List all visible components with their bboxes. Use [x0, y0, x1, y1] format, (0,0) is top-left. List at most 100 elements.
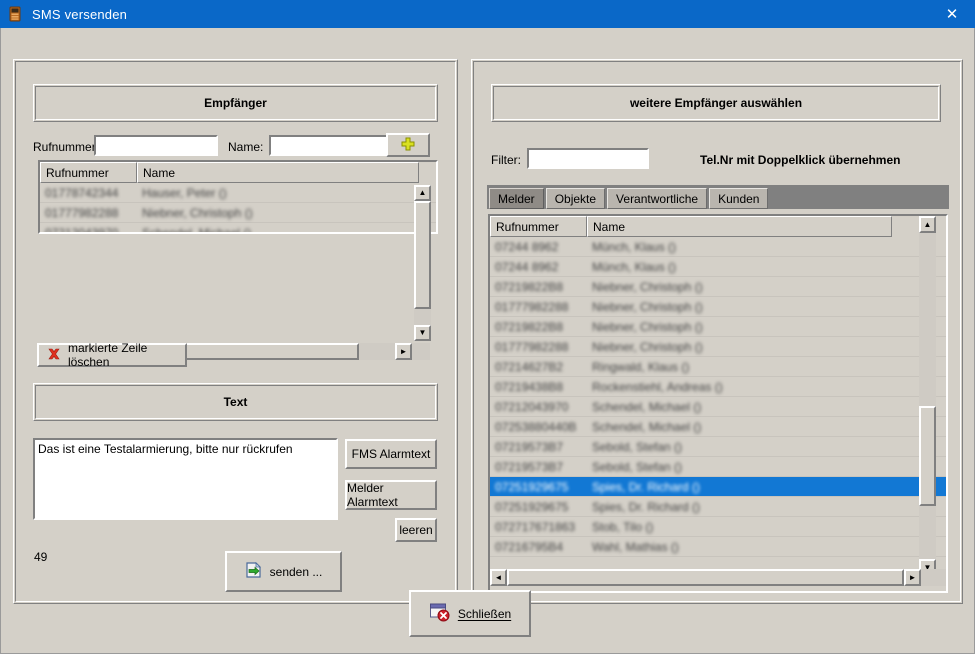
table-row[interactable]: 07244 8962 Münch, Klaus () [490, 257, 946, 277]
table-row[interactable]: 07219822B8 Niebner, Christoph () [490, 317, 946, 337]
cell-name: Schendel, Michael () [592, 399, 702, 414]
table-row[interactable]: 07251929675 Spies, Dr. Richard () [490, 477, 946, 497]
more-recipients-grid[interactable]: Rufnummer Name 07244 8962 Münch, Klaus ()… [488, 214, 948, 593]
rufnummer-input[interactable] [94, 135, 218, 156]
cell-name: Niebner, Christoph () [142, 205, 253, 220]
title-bar: SMS versenden ✕ [0, 0, 975, 28]
message-textarea[interactable] [33, 438, 338, 520]
recipients-grid-header: Rufnummer Name [40, 162, 436, 183]
delete-selected-row-label: markierte Zeile löschen [68, 341, 148, 369]
table-row[interactable]: 01777982288 Niebner, Christoph () [40, 203, 436, 223]
table-row[interactable]: 07219573B7 Sebold, Stefan () [490, 457, 946, 477]
name-input[interactable] [269, 135, 393, 156]
more-recipients-scroll-right-button[interactable]: ► [904, 569, 921, 586]
cell-rufnummer: 07216795B4 [495, 539, 564, 554]
tab-label: Objekte [554, 191, 597, 206]
cell-rufnummer: 07251929675 [495, 479, 569, 494]
cell-rufnummer: 07251929675 [495, 499, 569, 514]
cell-name: Schendel, Michael () [592, 419, 702, 434]
more-recipients-scroll-thumb[interactable] [919, 406, 936, 506]
fms-alarmtext-button[interactable]: FMS Alarmtext [345, 439, 437, 469]
recipients-group-caption: Empfänger [33, 84, 438, 122]
more-recipients-hscroll-thumb[interactable] [507, 569, 904, 586]
filter-input[interactable] [527, 148, 649, 169]
more-recipients-col-rufnummer[interactable]: Rufnummer [490, 216, 587, 237]
more-recipients-hscrollbar[interactable]: ◄ ► [490, 569, 946, 586]
table-row[interactable]: 07212043970 Schendel, Michael () [490, 397, 946, 417]
close-dialog-label: Schließen [457, 606, 512, 621]
delete-selected-row-button[interactable]: markierte Zeile löschen [37, 341, 187, 369]
table-row[interactable]: 07244 8962 Münch, Klaus () [490, 237, 946, 257]
char-count: 49 [34, 550, 48, 564]
cell-rufnummer: 07214627B2 [495, 359, 564, 374]
recipients-scroll-down-button[interactable]: ▼ [414, 325, 431, 341]
tab-label: Melder [498, 191, 535, 206]
filter-label: Filter: [491, 153, 521, 167]
tab-label: Kunden [718, 191, 760, 206]
more-recipients-scroll-up-button[interactable]: ▲ [919, 216, 936, 233]
cell-rufnummer: 01777982288 [495, 339, 569, 354]
recipients-vscrollbar[interactable]: ▲ ▼ [414, 185, 431, 341]
phone-device-icon [7, 6, 23, 22]
cell-name: Rockenstiehl, Andreas () [592, 379, 723, 394]
table-row[interactable]: 01777982288 Niebner, Christoph () [490, 337, 946, 357]
table-row[interactable]: 01777982288 Niebner, Christoph () [490, 297, 946, 317]
fms-alarmtext-label: FMS Alarmtext [351, 447, 431, 461]
name-label: Name: [228, 140, 264, 154]
table-row[interactable]: 07253880440B Schendel, Michael () [490, 417, 946, 437]
clear-text-button[interactable]: leeren [395, 518, 437, 542]
recipients-grid[interactable]: Rufnummer Name 01778742344 Hauser, Peter … [38, 160, 438, 234]
table-row[interactable]: 07251929675 Spies, Dr. Richard () [490, 497, 946, 517]
tab-melder[interactable]: Melder [489, 188, 544, 209]
more-recipients-grid-header: Rufnummer Name [490, 216, 946, 237]
cell-name: Schendel, Michael () [137, 226, 419, 233]
melder-alarmtext-button[interactable]: Melder Alarmtext [345, 480, 437, 510]
cell-name: Niebner, Christoph () [592, 339, 703, 354]
more-recipients-vscrollbar[interactable]: ▲ ▼ [919, 216, 936, 576]
tab-objekte[interactable]: Objekte [545, 188, 606, 209]
window-close-button[interactable]: ✕ [929, 0, 975, 28]
cell-rufnummer: 07212043970 [495, 399, 569, 414]
tab-verantwortliche[interactable]: Verantwortliche [607, 188, 708, 209]
table-row[interactable]: 07214627B2 Ringwald, Klaus () [490, 357, 946, 377]
more-recipients-col-name[interactable]: Name [587, 216, 892, 237]
recipients-scroll-thumb[interactable] [414, 201, 431, 309]
table-row[interactable]: 07219822B8 Niebner, Christoph () [490, 277, 946, 297]
melder-alarmtext-label: Melder Alarmtext [347, 481, 398, 509]
more-recipients-scroll-left-button[interactable]: ◄ [490, 569, 507, 586]
cell-rufnummer: 07219573B7 [495, 459, 564, 474]
close-dialog-button[interactable]: Schließen [409, 590, 531, 637]
recipients-scroll-right-button[interactable]: ► [395, 343, 412, 360]
table-row[interactable]: 07212043970Schendel, Michael () [40, 223, 436, 233]
table-row[interactable]: 07219438B8 Rockenstiehl, Andreas () [490, 377, 946, 397]
table-row[interactable]: 01778742344 Hauser, Peter () [40, 183, 436, 203]
category-tabstrip: Melder Objekte Verantwortliche Kunden [487, 185, 949, 209]
recipients-col-rufnummer[interactable]: Rufnummer [40, 162, 137, 183]
app-window: SMS versenden ✕ Empfänger Rufnummer: Nam… [0, 0, 975, 654]
recipients-panel: Empfänger Rufnummer: Name: Rufnummer Nam… [13, 59, 458, 604]
cell-name: Münch, Klaus () [592, 259, 677, 274]
cell-name: Niebner, Christoph () [592, 319, 703, 334]
table-row[interactable]: 07219573B7 Sebold, Stefan () [490, 437, 946, 457]
cell-rufnummer: 072717671863 [495, 519, 576, 534]
cell-name: Niebner, Christoph () [592, 279, 703, 294]
cell-rufnummer: 07244 8962 [495, 259, 559, 274]
cell-name: Münch, Klaus () [592, 239, 677, 254]
cell-rufnummer: 07212043970 [40, 226, 137, 233]
table-row[interactable]: 07216795B4 Wahl, Mathias () [490, 537, 946, 557]
text-group-caption-label: Text [223, 395, 248, 409]
send-button[interactable]: senden ... [225, 551, 342, 592]
doubleclick-hint: Tel.Nr mit Doppelklick übernehmen [700, 153, 901, 167]
cell-name: Stob, Tilo () [592, 519, 654, 534]
recipients-scroll-up-button[interactable]: ▲ [414, 185, 431, 201]
tab-kunden[interactable]: Kunden [709, 188, 769, 209]
add-recipient-button[interactable] [386, 133, 430, 157]
window-client-area: Empfänger Rufnummer: Name: Rufnummer Nam… [0, 28, 975, 654]
window-close-icon [429, 602, 451, 625]
send-button-label: senden ... [269, 564, 323, 579]
recipients-col-name[interactable]: Name [137, 162, 419, 183]
cell-rufnummer: 07253880440B [495, 419, 577, 434]
tab-label: Verantwortliche [616, 191, 699, 206]
table-row[interactable]: 072717671863 Stob, Tilo () [490, 517, 946, 537]
cell-name: Sebold, Stefan () [592, 459, 683, 474]
